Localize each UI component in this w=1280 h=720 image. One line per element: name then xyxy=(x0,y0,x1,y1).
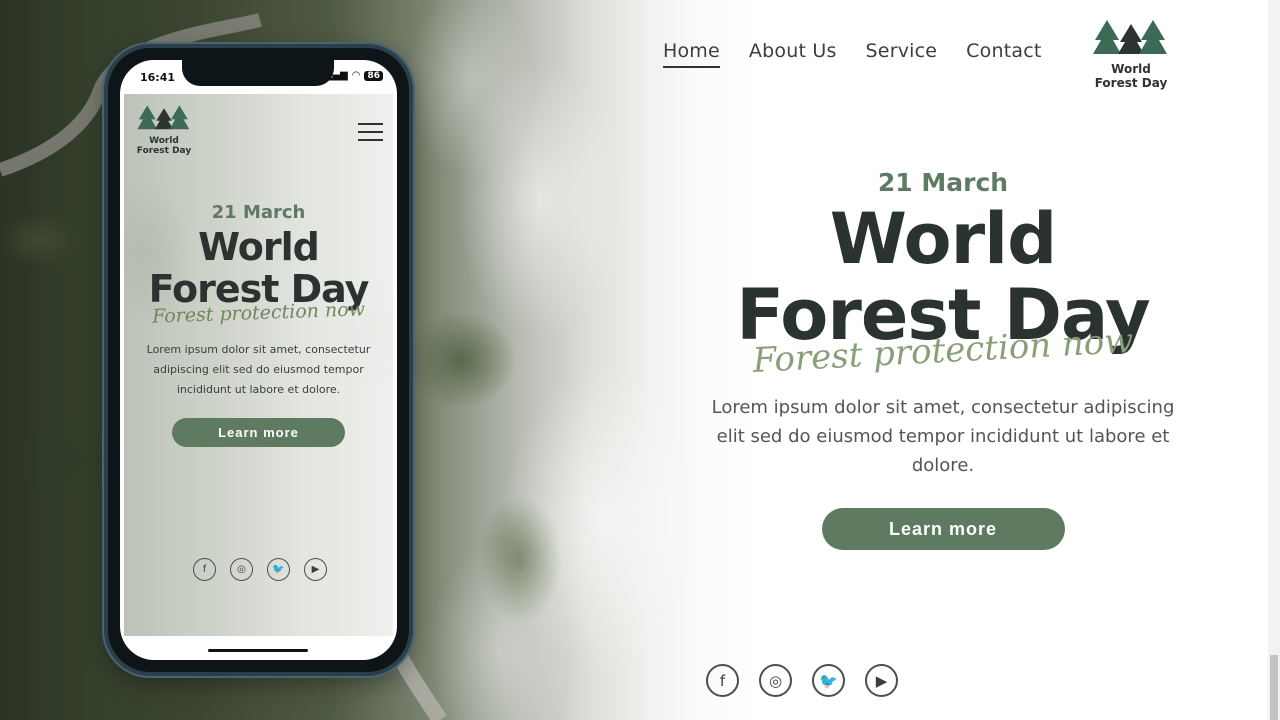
mobile-hero-date: 21 March xyxy=(211,202,306,223)
hero-title-line1: World xyxy=(829,198,1057,280)
mobile-hero: 21 March World Forest Day Forest protect… xyxy=(124,202,393,447)
home-indicator xyxy=(208,649,308,652)
learn-more-button[interactable]: Learn more xyxy=(821,508,1065,550)
phone-screen: 16:41 ▂▄▆ ◠ 86 World Forest Day 21 March xyxy=(120,60,397,660)
mobile-youtube-icon[interactable]: ▶ xyxy=(304,558,327,581)
youtube-icon[interactable]: ▶ xyxy=(865,664,898,697)
wifi-icon: ◠ xyxy=(351,70,361,81)
scrollbar-thumb[interactable] xyxy=(1270,655,1278,720)
hero-section: 21 March World Forest Day Forest protect… xyxy=(700,168,1186,550)
instagram-glyph: ◎ xyxy=(768,671,783,690)
instagram-icon[interactable]: ◎ xyxy=(759,664,792,697)
twitter-glyph: 🐦 xyxy=(819,671,838,690)
mobile-pine-trees-icon xyxy=(137,105,190,130)
battery-icon: 86 xyxy=(364,70,383,81)
mobile-logo-line2: Forest Day xyxy=(136,146,192,156)
hero-description: Lorem ipsum dolor sit amet, consectetur … xyxy=(711,397,1175,476)
nav-home[interactable]: Home xyxy=(663,40,720,68)
mobile-page: World Forest Day 21 March World Forest D… xyxy=(124,94,393,636)
social-links: f ◎ 🐦 ▶ xyxy=(706,664,898,697)
scrollbar-track[interactable] xyxy=(1268,0,1280,720)
site-logo[interactable]: World Forest Day xyxy=(1093,18,1169,90)
status-time: 16:41 xyxy=(140,71,176,84)
mobile-instagram-glyph: ◎ xyxy=(237,564,246,575)
phone-mockup: 16:41 ▂▄▆ ◠ 86 World Forest Day 21 March xyxy=(104,44,413,676)
mobile-twitter-icon[interactable]: 🐦 xyxy=(267,558,290,581)
youtube-glyph: ▶ xyxy=(875,671,888,690)
mobile-twitter-glyph: 🐦 xyxy=(272,564,285,575)
facebook-glyph: f xyxy=(719,671,726,690)
mobile-social-links: f ◎ 🐦 ▶ xyxy=(193,558,327,581)
mobile-learn-more-button[interactable]: Learn more xyxy=(172,418,345,447)
mobile-instagram-icon[interactable]: ◎ xyxy=(230,558,253,581)
main-nav: Home About Us Service Contact xyxy=(663,40,1042,68)
mobile-youtube-glyph: ▶ xyxy=(311,564,320,575)
nav-contact[interactable]: Contact xyxy=(966,40,1041,66)
mobile-hero-title: World Forest Day xyxy=(124,226,393,310)
mobile-logo-line1: World xyxy=(149,136,179,146)
mobile-description: Lorem ipsum dolor sit amet, consectetur … xyxy=(146,343,371,396)
mobile-facebook-glyph: f xyxy=(202,564,207,575)
phone-notch xyxy=(182,60,334,86)
twitter-icon[interactable]: 🐦 xyxy=(812,664,845,697)
hero-date: 21 March xyxy=(877,168,1009,197)
nav-about-us[interactable]: About Us xyxy=(749,40,837,66)
facebook-icon[interactable]: f xyxy=(706,664,739,697)
hamburger-menu-icon[interactable] xyxy=(358,123,383,141)
pine-trees-icon xyxy=(1093,20,1167,54)
mobile-logo[interactable]: World Forest Day xyxy=(136,104,192,156)
mobile-facebook-icon[interactable]: f xyxy=(193,558,216,581)
logo-line1: World xyxy=(1111,62,1151,76)
nav-service[interactable]: Service xyxy=(866,40,938,66)
logo-line2: Forest Day xyxy=(1094,76,1168,90)
mobile-title-line1: World xyxy=(198,225,320,269)
